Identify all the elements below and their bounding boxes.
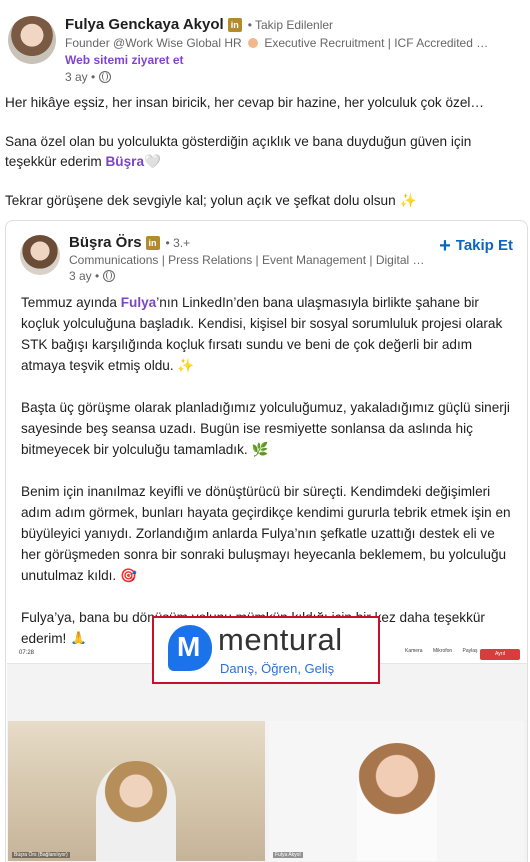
microphone-icon: Mikrofon <box>433 648 453 654</box>
share-screen-icon: Paylaş <box>462 648 478 654</box>
mentural-logo-icon <box>168 625 212 671</box>
shared-paragraph: Temmuz ayında Fulya’nın LinkedIn’den ban… <box>21 292 516 376</box>
shared-author-name[interactable]: Büşra Örs <box>69 234 142 251</box>
post-paragraph: Tekrar görüşene dek sevgiyle kal; yolun … <box>5 191 523 211</box>
call-timer: 07:28 <box>19 650 35 656</box>
follow-status: • Takip Edilenler <box>247 17 334 32</box>
post-timestamp: 3 ay • <box>65 70 96 84</box>
logo-wordmark: mentural <box>218 622 343 657</box>
shared-post-body: Temmuz ayında Fulya’nın LinkedIn’den ban… <box>21 292 516 670</box>
author-name[interactable]: Fulya Genckaya Akyol <box>65 16 224 33</box>
linkedin-premium-icon: in <box>145 235 160 250</box>
connection-degree: • 3.+ <box>165 235 191 250</box>
target-emoji-icon: 🎯 <box>119 568 137 583</box>
website-link[interactable]: Web sitemi ziyaret et <box>65 53 184 67</box>
post-paragraph: Her hikâye eşsiz, her insan biricik, her… <box>5 95 485 110</box>
heart-emoji-icon: 🤍 <box>144 153 161 169</box>
plus-icon: + <box>439 234 451 257</box>
camera-icon: Kamera <box>405 648 423 654</box>
shared-author-name-row: Büşra Örs in • 3.+ <box>69 234 190 251</box>
participant-photo <box>357 743 437 861</box>
globe-icon <box>103 270 116 282</box>
participant-name-tag: Fulya Akyol <box>273 852 303 858</box>
logo-tagline: Danış, Öğren, Geliş <box>220 661 335 676</box>
follow-button-label: Takip Et <box>455 237 513 254</box>
shared-author-headline: Communications | Press Relations | Event… <box>69 253 429 267</box>
headline-part-2: Executive Recruitment | ICF Accredited P… <box>264 36 493 50</box>
post-paragraph: Sana özel olan bu yolculukta gösterdiğin… <box>5 132 523 171</box>
shared-text-span: Benim için inanılmaz keyifli ve dönüştür… <box>21 484 511 583</box>
feed-post: Fulya Genckaya Akyol in • Takip Edilenle… <box>0 0 530 862</box>
sparkles-emoji-icon: ✨ <box>177 358 195 373</box>
shared-post-card[interactable]: Büşra Örs in • 3.+ Communications | Pres… <box>5 220 528 862</box>
participant-name-tag: Büşra Örs (Bağlanılıyor) <box>12 852 70 858</box>
shared-paragraph: Benim için inanılmaz keyifli ve dönüştür… <box>21 481 516 586</box>
post-text-span: Sana özel olan bu yolculukta gösterdiğin… <box>5 134 472 169</box>
shared-post-meta: 3 ay • <box>69 269 116 283</box>
author-avatar[interactable] <box>8 16 56 64</box>
post-header: Fulya Genckaya Akyol in • Takip Edilenle… <box>8 14 522 86</box>
globe-icon <box>99 71 112 83</box>
shared-text-span: Temmuz ayında <box>21 295 121 310</box>
mentural-logo-overlay: mentural Danış, Öğren, Geliş <box>152 616 380 684</box>
post-text-span: Tekrar görüşene dek sevgiyle kal; yolun … <box>5 192 400 208</box>
sparkles-emoji-icon: ✨ <box>399 192 417 208</box>
mention-link[interactable]: Fulya <box>121 295 157 310</box>
author-headline: Founder @Work Wise Global HR Executive R… <box>65 36 493 50</box>
participant-photo <box>96 761 176 861</box>
participant-tile-left: Büşra Örs (Bağlanılıyor) <box>8 721 265 861</box>
headline-part-1: Founder @Work Wise Global HR <box>65 36 242 50</box>
post-image-video-call[interactable]: 07:28 Kamera Mikrofon Paylaş Ayrıl Büşra… <box>7 616 527 862</box>
herb-emoji-icon: 🌿 <box>251 442 269 457</box>
shared-author-avatar[interactable] <box>20 235 60 275</box>
status-dot-icon <box>248 38 259 48</box>
participant-tile-right: Fulya Akyol <box>269 721 524 861</box>
post-meta: 3 ay • <box>65 70 112 84</box>
leave-call-button: Ayrıl <box>480 649 520 660</box>
post-body: Her hikâye eşsiz, her insan biricik, her… <box>5 93 523 230</box>
follow-button[interactable]: + Takip Et <box>439 234 513 257</box>
shared-post-timestamp: 3 ay • <box>69 269 100 283</box>
author-name-row: Fulya Genckaya Akyol in • Takip Edilenle… <box>65 16 333 33</box>
shared-paragraph: Başta üç görüşme olarak planladığımız yo… <box>21 397 516 460</box>
linkedin-premium-icon: in <box>227 17 242 32</box>
mention-link[interactable]: Büşra <box>105 154 144 169</box>
